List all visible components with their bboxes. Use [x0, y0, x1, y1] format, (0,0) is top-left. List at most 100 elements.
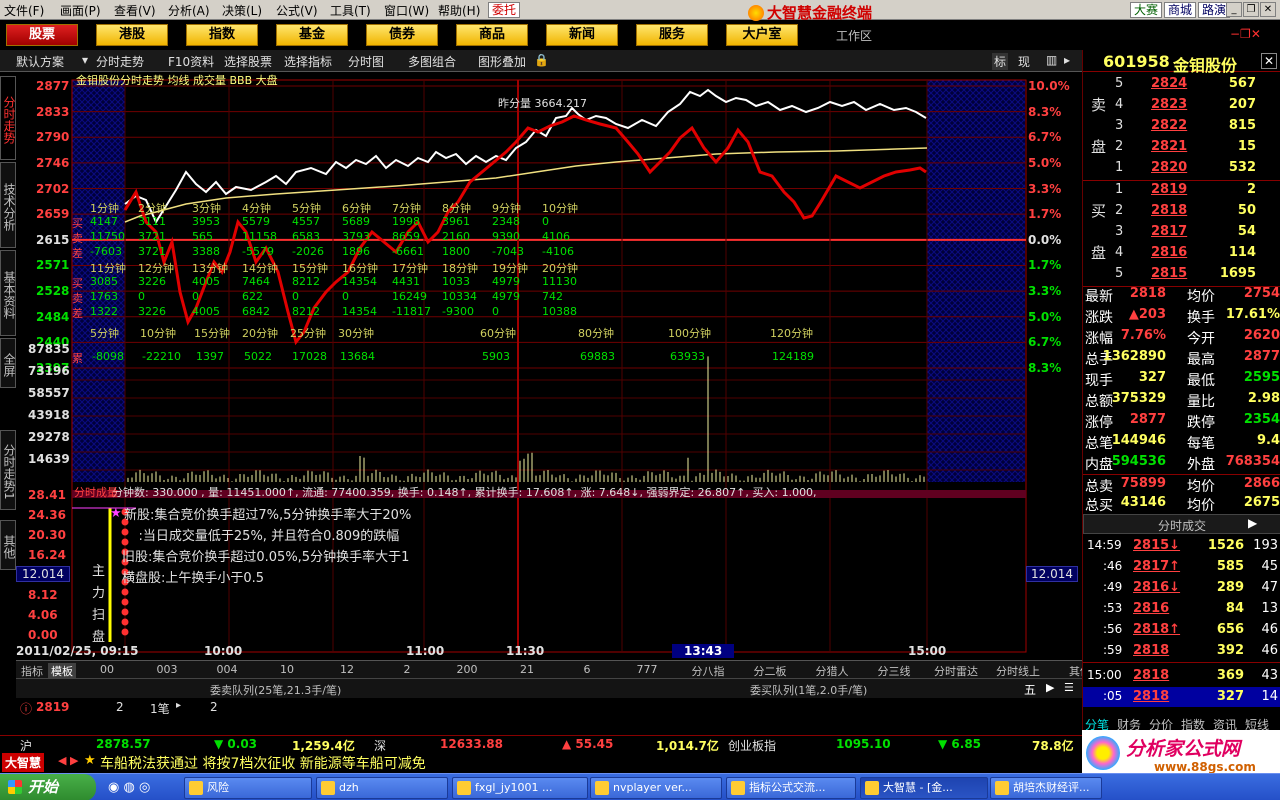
indicator-tab[interactable]: 200 — [438, 663, 496, 676]
indicator-tab[interactable]: 分时雷达 — [926, 663, 986, 679]
taskbar-item[interactable]: dzh — [316, 777, 448, 799]
indicator-tab[interactable]: 分二板 — [740, 663, 800, 679]
tab-intraday[interactable]: 分时走势 — [0, 76, 16, 160]
level-price[interactable]: 2816 — [1151, 245, 1187, 260]
taskbar-item[interactable]: fxgl_jy1001 ... — [452, 777, 588, 799]
tb-intraday-chart[interactable]: 分时图 — [348, 53, 384, 70]
menu-decision[interactable]: 决策(L) — [222, 2, 262, 19]
close-icon[interactable]: ✕ — [1260, 2, 1276, 17]
indicator-tab[interactable]: 模板 — [48, 663, 76, 679]
start-button[interactable]: 开始 — [0, 774, 96, 800]
intraday-chart[interactable]: 金钼股份分时走势 均线 成交量 BBB 大盘 2877 2833 2790 2746 2… — [16, 72, 1082, 662]
level-price[interactable]: 2821 — [1151, 139, 1187, 154]
menu-view[interactable]: 查看(V) — [114, 2, 156, 19]
ticker-nav-icon[interactable]: ◀ ▶ — [58, 754, 78, 767]
indicator-tab[interactable]: 6 — [558, 663, 616, 676]
cat-service[interactable]: 服务 — [636, 24, 708, 46]
five-level-button[interactable]: 五 — [1024, 681, 1036, 698]
tb-intraday[interactable]: 分时走势 — [96, 53, 144, 70]
cat-bond[interactable]: 债券 — [366, 24, 438, 46]
taskbar-item[interactable]: 风险 — [184, 777, 312, 799]
panel-toggle-icon[interactable]: ▥ — [1046, 53, 1057, 67]
trades-nav-icon[interactable]: ▶ — [1248, 516, 1257, 530]
trade-price[interactable]: 2816 — [1133, 601, 1169, 616]
tb-select-stock[interactable]: 选择股票 — [224, 53, 272, 70]
indicator-tab[interactable]: 004 — [198, 663, 256, 676]
trade-price[interactable]: 2817↑ — [1133, 559, 1180, 574]
cat-index[interactable]: 指数 — [186, 24, 258, 46]
lock-icon[interactable]: 🔒 — [534, 53, 549, 67]
menu-analysis[interactable]: 分析(A) — [168, 2, 210, 19]
tab-fundamentals[interactable]: 基本资料 — [0, 250, 16, 336]
workspace-label[interactable]: 工作区 — [836, 27, 872, 44]
nav-right-icon[interactable]: ▶ — [1046, 681, 1054, 694]
cat-vip-room[interactable]: 大户室 — [726, 24, 798, 46]
level-price[interactable]: 2819 — [1151, 182, 1187, 197]
trade-price[interactable]: 2818 — [1133, 643, 1169, 658]
indicator-tab[interactable]: 003 — [138, 663, 196, 676]
tb-chevron-icon[interactable]: ▾ — [82, 53, 88, 67]
panel-close-icon[interactable]: ▸ — [1064, 53, 1070, 67]
indicator-tab[interactable]: 分八指 — [678, 663, 738, 679]
level-price[interactable]: 2822 — [1151, 118, 1187, 133]
indicator-tab[interactable]: 2 — [378, 663, 436, 676]
trade-price[interactable]: 2818↑ — [1133, 622, 1180, 637]
tb-biao[interactable]: 标 — [992, 53, 1009, 70]
trade-price[interactable]: 2816↓ — [1133, 580, 1180, 595]
strategy-note: 旧股:集合竞价换手超过0.05%,5分钟换手率大于1 — [122, 550, 410, 565]
minimize-icon[interactable]: _ — [1226, 2, 1242, 17]
tab-technical[interactable]: 技术分析 — [0, 162, 16, 248]
trade-price[interactable]: 2815↓ — [1133, 538, 1180, 553]
tb-overlay[interactable]: 图形叠加 — [478, 53, 526, 70]
indicator-tab[interactable]: 指标 — [18, 663, 46, 679]
trade-price[interactable]: 2818 — [1133, 668, 1169, 683]
menu-view-panel[interactable]: 画面(P) — [60, 2, 101, 19]
menu-help[interactable]: 帮助(H) — [438, 2, 480, 19]
window-controls-icon[interactable]: −❐✕ — [1230, 27, 1261, 41]
panel-close-icon-2[interactable]: ✕ — [1261, 53, 1278, 69]
level-price[interactable]: 2820 — [1151, 160, 1187, 175]
restore-icon[interactable]: ❐ — [1243, 2, 1259, 17]
indicator-tab[interactable]: 00 — [78, 663, 136, 676]
ticker-text[interactable]: 车船税法获通过 将按7档次征收 新能源等车船可减免 — [100, 753, 426, 773]
taskbar-item[interactable]: 大智慧 - [金... — [860, 777, 988, 799]
indicator-tab[interactable]: 12 — [318, 663, 376, 676]
taskbar-item[interactable]: nvplayer ver... — [590, 777, 722, 799]
level-price[interactable]: 2823 — [1151, 97, 1187, 112]
tab-other[interactable]: 其他 — [0, 520, 16, 570]
weituo-button[interactable]: 委托 — [488, 2, 521, 18]
level-price[interactable]: 2818 — [1151, 203, 1187, 218]
tb-xian[interactable]: 现 — [1018, 53, 1030, 70]
level-price[interactable]: 2815 — [1151, 266, 1187, 281]
level-price[interactable]: 2817 — [1151, 224, 1187, 239]
indicator-tab[interactable]: 分三线 — [864, 663, 924, 679]
taskbar-item[interactable]: 胡培杰财经评... — [990, 777, 1102, 799]
cat-stocks[interactable]: 股票 — [6, 24, 78, 46]
tb-default-scheme[interactable]: 默认方案 — [16, 53, 64, 70]
trade-price[interactable]: 2818 — [1133, 689, 1169, 704]
level-price[interactable]: 2824 — [1151, 76, 1187, 91]
indicator-tab[interactable]: 21 — [498, 663, 556, 676]
tb-f10[interactable]: F10资料 — [168, 53, 214, 70]
cat-hk[interactable]: 港股 — [96, 24, 168, 46]
indicator-tab[interactable]: 777 — [618, 663, 676, 676]
taskbar-item[interactable]: 指标公式交流... — [726, 777, 856, 799]
quicklaunch-icons[interactable]: ◉ ◍ ◎ — [108, 780, 150, 795]
tb-multi-chart[interactable]: 多图组合 — [408, 53, 456, 70]
cat-fund[interactable]: 基金 — [276, 24, 348, 46]
menu-tools[interactable]: 工具(T) — [330, 2, 371, 19]
menu-lines-icon[interactable]: ☰ — [1064, 681, 1074, 694]
tb-select-indicator[interactable]: 选择指标 — [284, 53, 332, 70]
indicator-tab[interactable]: 分猎人 — [802, 663, 862, 679]
shangcheng-button[interactable]: 商城 — [1164, 2, 1197, 18]
tab-fullscreen[interactable]: 全屏 — [0, 338, 16, 388]
cat-commodity[interactable]: 商品 — [456, 24, 528, 46]
dasai-button[interactable]: 大赛 — [1130, 2, 1163, 18]
menu-window[interactable]: 窗口(W) — [384, 2, 429, 19]
tab-intraday-1[interactable]: 分时走势1 — [0, 430, 16, 510]
menu-file[interactable]: 文件(F) — [4, 2, 44, 19]
menu-formula[interactable]: 公式(V) — [276, 2, 318, 19]
cat-news[interactable]: 新闻 — [546, 24, 618, 46]
indicator-tab[interactable]: 10 — [258, 663, 316, 676]
indicator-tab[interactable]: 分时线上 — [988, 663, 1048, 679]
